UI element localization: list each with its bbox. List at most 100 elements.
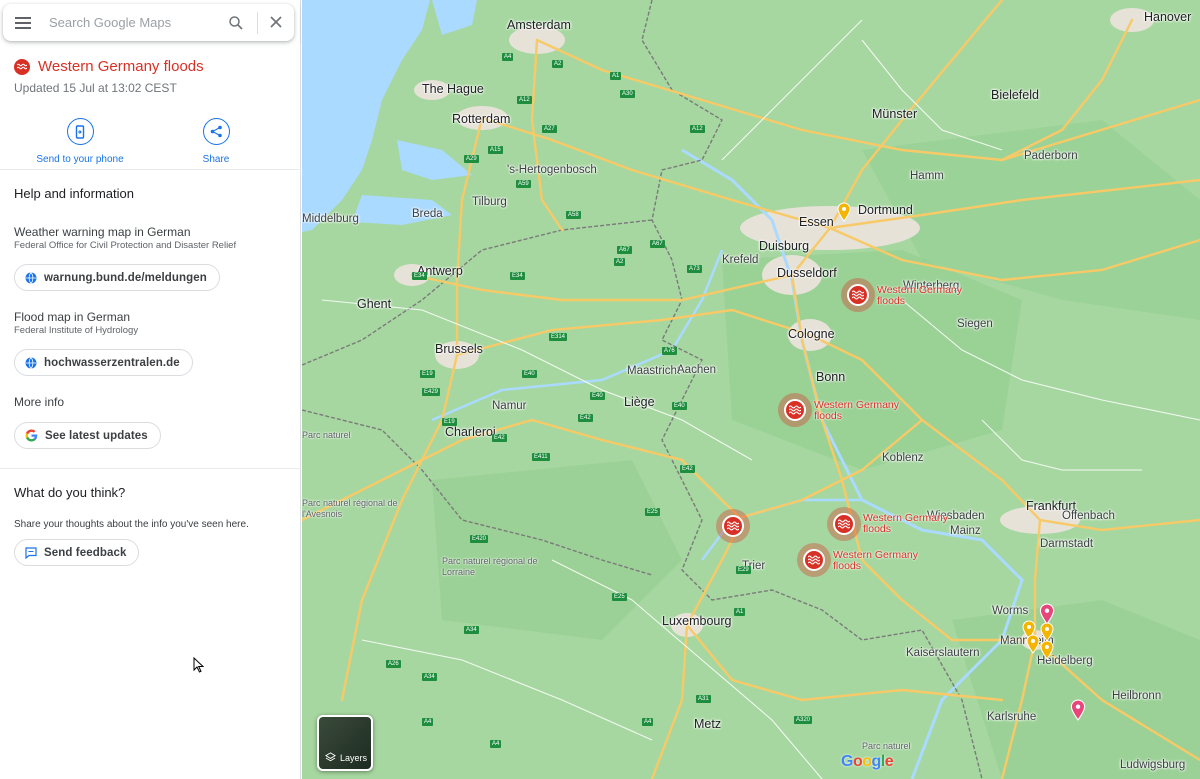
map-canvas[interactable]: Amsterdam Hanover The Hague Rotterdam Mü…: [302, 0, 1200, 779]
city-label[interactable]: Hanover: [1144, 10, 1191, 24]
flood-marker[interactable]: [797, 543, 831, 577]
city-label[interactable]: Paderborn: [1024, 150, 1078, 162]
flood-map-link[interactable]: hochwasserzentralen.de: [14, 349, 193, 376]
city-label[interactable]: Bonn: [816, 370, 845, 384]
place-pin-icon[interactable]: [1026, 634, 1040, 654]
city-label[interactable]: Tilburg: [472, 196, 507, 208]
menu-icon[interactable]: [15, 17, 31, 29]
share-button[interactable]: Share: [166, 118, 266, 165]
city-label[interactable]: Metz: [694, 717, 721, 731]
city-label[interactable]: Ghent: [357, 297, 391, 311]
place-header: Western Germany floods: [14, 58, 204, 75]
flood-map-title: Flood map in German: [14, 310, 131, 324]
city-label[interactable]: Maastricht: [627, 365, 680, 377]
share-label: Share: [202, 154, 230, 165]
city-label[interactable]: Ludwigsburg: [1120, 759, 1185, 771]
globe-icon: [25, 271, 37, 284]
city-label[interactable]: The Hague: [422, 82, 484, 96]
flood-icon: [803, 549, 825, 571]
city-label[interactable]: Offenbach: [1062, 510, 1115, 522]
city-label[interactable]: Dortmund: [858, 203, 913, 217]
flood-map-source: Federal Institute of Hydrology: [14, 325, 139, 336]
park-label: Parc naturel: [862, 741, 911, 751]
city-label[interactable]: Amsterdam: [507, 18, 571, 32]
city-label[interactable]: Brussels: [435, 342, 483, 356]
flood-icon: [14, 58, 30, 75]
city-label[interactable]: Karlsruhe: [987, 711, 1036, 723]
flood-icon: [784, 399, 806, 421]
more-info-label: More info: [14, 395, 65, 409]
feedback-prompt: Share your thoughts about the info you'v…: [14, 519, 249, 530]
city-label[interactable]: Münster: [872, 107, 917, 121]
search-divider: [257, 12, 258, 34]
flood-map-link-label: hochwasserzentralen.de: [44, 356, 180, 369]
flood-icon: [722, 515, 744, 537]
city-label[interactable]: Duisburg: [759, 239, 809, 253]
city-label[interactable]: Worms: [992, 605, 1028, 617]
mouse-cursor-icon: [193, 657, 204, 673]
city-label[interactable]: Rotterdam: [452, 112, 510, 126]
flood-marker-label[interactable]: Western Germany floods: [877, 285, 962, 307]
park-label: Parc naturel régional de Lorraine: [442, 556, 538, 577]
city-label[interactable]: Middelburg: [302, 213, 359, 225]
share-icon: [202, 118, 230, 145]
park-label: Parc naturel régional de l'Avesnois: [302, 498, 398, 519]
flood-marker-label[interactable]: Western Germany floods: [863, 513, 948, 535]
phone-icon: [66, 118, 94, 145]
layers-button[interactable]: Layers: [317, 715, 373, 771]
google-g-icon: [25, 429, 38, 442]
search-box[interactable]: Search Google Maps: [3, 4, 294, 41]
city-label[interactable]: Aachen: [677, 364, 716, 376]
city-label[interactable]: Darmstadt: [1040, 538, 1093, 550]
search-input[interactable]: Search Google Maps: [49, 15, 171, 30]
city-label[interactable]: Kaiserslautern: [906, 647, 980, 659]
city-label[interactable]: Bielefeld: [991, 88, 1039, 102]
weather-warning-source: Federal Office for Civil Protection and …: [14, 240, 237, 251]
flood-marker-label[interactable]: Western Germany floods: [814, 400, 899, 422]
updated-timestamp: Updated 15 Jul at 13:02 CEST: [14, 81, 177, 95]
city-label[interactable]: Liège: [624, 395, 655, 409]
send-feedback-label: Send feedback: [44, 546, 127, 559]
weather-warning-title: Weather warning map in German: [14, 225, 191, 239]
divider: [0, 169, 301, 170]
place-pin-icon[interactable]: [1070, 699, 1086, 721]
city-label[interactable]: Mainz: [950, 525, 981, 537]
city-label[interactable]: Namur: [492, 400, 527, 412]
feedback-icon: [25, 546, 37, 559]
city-label[interactable]: Dusseldorf: [777, 266, 837, 280]
flood-marker[interactable]: [778, 393, 812, 427]
side-panel: Search Google Maps Western Germany flood…: [0, 0, 301, 779]
city-label[interactable]: Cologne: [788, 327, 835, 341]
city-label[interactable]: Heilbronn: [1112, 690, 1161, 702]
city-label[interactable]: Breda: [412, 208, 443, 220]
layers-icon: [325, 752, 336, 762]
weather-warning-link[interactable]: warnung.bund.de/meldungen: [14, 264, 220, 291]
send-to-phone-button[interactable]: Send to your phone: [30, 118, 130, 165]
city-label[interactable]: Essen: [799, 215, 834, 229]
globe-icon: [25, 356, 37, 369]
city-label[interactable]: Luxembourg: [662, 614, 732, 628]
divider: [0, 468, 301, 469]
flood-marker[interactable]: [841, 278, 875, 312]
city-label[interactable]: Charleroi: [445, 425, 496, 439]
city-label[interactable]: Koblenz: [882, 452, 924, 464]
flood-marker[interactable]: [827, 507, 861, 541]
city-label[interactable]: Siegen: [957, 318, 993, 330]
flood-marker-label[interactable]: Western Germany floods: [833, 550, 918, 572]
city-label[interactable]: Krefeld: [722, 254, 758, 266]
help-heading: Help and information: [14, 186, 134, 201]
see-latest-updates-button[interactable]: See latest updates: [14, 422, 161, 449]
place-pin-icon[interactable]: [1040, 622, 1054, 642]
flood-icon: [833, 513, 855, 535]
google-logo: Google: [841, 753, 894, 770]
search-icon[interactable]: [227, 14, 245, 32]
send-to-phone-label: Send to your phone: [36, 154, 124, 165]
place-pin-icon[interactable]: [837, 202, 851, 222]
flood-marker[interactable]: [716, 509, 750, 543]
place-pin-icon[interactable]: [1040, 640, 1054, 660]
city-label[interactable]: Hamm: [910, 170, 944, 182]
close-icon[interactable]: [269, 15, 283, 29]
send-feedback-button[interactable]: Send feedback: [14, 539, 140, 566]
city-label[interactable]: 's-Hertogenbosch: [507, 164, 597, 176]
feedback-heading: What do you think?: [14, 485, 126, 500]
